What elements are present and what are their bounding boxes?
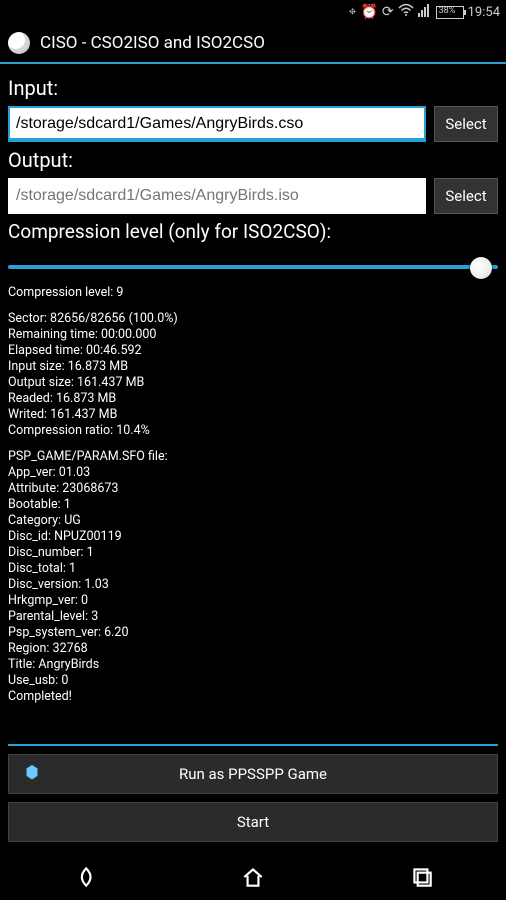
stat-line: Parental_level: 3	[8, 609, 498, 625]
stat-line: Use_usb: 0	[8, 673, 498, 689]
run-button-label: Run as PPSSPP Game	[179, 765, 327, 783]
stat-line: Output size: 161.437 MB	[8, 375, 498, 391]
app-icon	[8, 32, 30, 54]
stat-line: Hrkgmp_ver: 0	[8, 593, 498, 609]
home-button[interactable]	[240, 864, 266, 894]
stat-line: Disc_total: 1	[8, 561, 498, 577]
app-title: CISO - CSO2ISO and ISO2CSO	[40, 33, 265, 53]
output-label: Output:	[8, 148, 498, 172]
stat-line: Completed!	[8, 689, 498, 705]
stat-line: Writed: 161.437 MB	[8, 407, 498, 423]
compression-label: Compression level (only for ISO2CSO):	[8, 220, 498, 243]
output-select-button[interactable]: Select	[434, 178, 498, 214]
divider	[8, 744, 498, 746]
bluetooth-icon: ⌖	[349, 4, 357, 20]
input-label: Input:	[8, 76, 498, 100]
stat-line: Title: AngryBirds	[8, 657, 498, 673]
stat-line: Compression ratio: 10.4%	[8, 423, 498, 439]
input-select-button[interactable]: Select	[434, 106, 498, 142]
stat-line: Readed: 16.873 MB	[8, 391, 498, 407]
stat-line: Disc_version: 1.03	[8, 577, 498, 593]
android-nav-bar	[0, 858, 506, 900]
start-button[interactable]: Start	[8, 802, 498, 842]
output-path-field[interactable]	[8, 178, 426, 214]
alarm-icon: ⏰	[360, 4, 377, 20]
slider-track	[8, 265, 498, 269]
back-button[interactable]	[71, 864, 97, 894]
stat-line: Psp_system_ver: 6.20	[8, 625, 498, 641]
input-path-field[interactable]	[8, 106, 426, 142]
wifi-icon	[398, 3, 414, 21]
stat-line: Category: UG	[8, 513, 498, 529]
stat-line: Disc_number: 1	[8, 545, 498, 561]
stat-line: PSP_GAME/PARAM.SFO file:	[8, 449, 498, 465]
sfo-stats: PSP_GAME/PARAM.SFO file:App_ver: 01.03At…	[8, 449, 498, 705]
stat-line: Disc_id: NPUZ00119	[8, 529, 498, 545]
sync-icon: ⟳	[382, 4, 394, 20]
stat-line: Input size: 16.873 MB	[8, 359, 498, 375]
stat-line: Sector: 82656/82656 (100.0%)	[8, 311, 498, 327]
stat-line: Region: 32768	[8, 641, 498, 657]
stat-line: Attribute: 23068673	[8, 481, 498, 497]
stat-line: App_ver: 01.03	[8, 465, 498, 481]
start-button-label: Start	[237, 813, 269, 831]
compression-slider[interactable]	[8, 249, 498, 285]
compression-level-text: Compression level: 9	[8, 285, 498, 301]
stat-line: Elapsed time: 00:46.592	[8, 343, 498, 359]
status-bar: ⌖ ⏰ ⟳ 38% 19:54	[0, 0, 506, 24]
battery-icon: 38%	[436, 6, 464, 19]
title-bar: CISO - CSO2ISO and ISO2CSO	[0, 24, 506, 64]
ppsspp-icon	[21, 763, 43, 785]
slider-thumb[interactable]	[470, 257, 492, 279]
recent-apps-button[interactable]	[409, 864, 435, 894]
clock: 19:54	[468, 5, 500, 20]
signal-icon	[418, 3, 432, 21]
stat-line: Bootable: 1	[8, 497, 498, 513]
progress-stats: Sector: 82656/82656 (100.0%)Remaining ti…	[8, 311, 498, 439]
stat-line: Remaining time: 00:00.000	[8, 327, 498, 343]
run-ppsspp-button[interactable]: Run as PPSSPP Game	[8, 754, 498, 794]
